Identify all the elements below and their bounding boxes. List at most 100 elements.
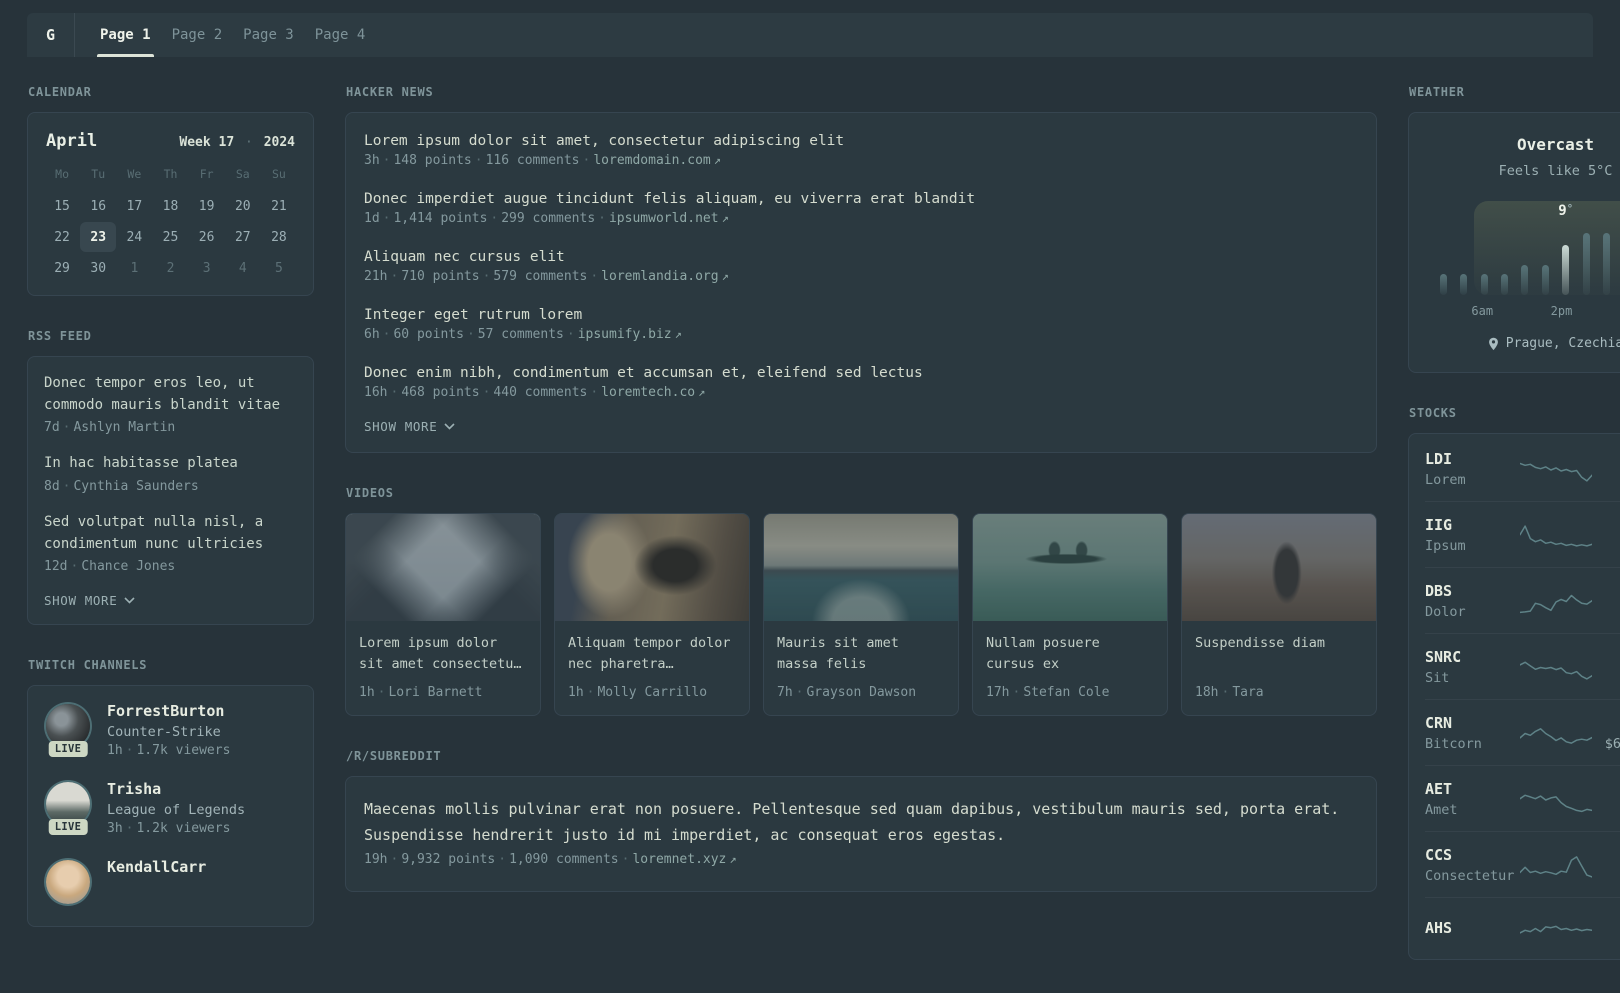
video-title[interactable]: Mauris sit amet massa felis	[764, 621, 958, 675]
separator-dot: ·	[387, 852, 401, 867]
calendar-section: CALENDAR April Week 17 · 2024 MoTuWeThFr…	[27, 85, 314, 296]
twitch-channel-row[interactable]: LIVE TrishaLeague of Legends3h·1.2k viewe…	[44, 780, 297, 836]
weather-hour-spacer	[1531, 304, 1550, 319]
rss-show-more-button[interactable]: SHOW MORE	[44, 593, 297, 608]
hackernews-item-title[interactable]: Donec enim nibh, condimentum et accumsan…	[364, 365, 1358, 381]
video-title[interactable]: Nullam posuere cursus ex	[973, 621, 1167, 675]
meta-part: 3h	[107, 821, 123, 836]
twitch-channel-row[interactable]: KendallCarr	[44, 858, 297, 906]
calendar-day: 16	[80, 191, 116, 221]
rss-item: In hac habitasse platea8d·Cynthia Saunde…	[44, 453, 297, 494]
video-card[interactable]: Lorem ipsum dolor sit amet consectetu…1h…	[345, 513, 541, 716]
video-card[interactable]: Suspendisse diam18h·Tara	[1181, 513, 1377, 716]
external-link-icon: ↗	[714, 153, 721, 167]
stock-row[interactable]: IIGIpsum+2.84%$42.04	[1425, 502, 1620, 568]
meta-part: Grayson Dawson	[806, 685, 916, 700]
stock-symbol: CRN	[1425, 714, 1516, 732]
twitch-channel-name[interactable]: ForrestBurton	[107, 702, 230, 720]
rss-item-title[interactable]: Donec tempor eros leo, ut commodo mauris…	[44, 373, 297, 416]
stock-values: +0.92%$499.72	[1596, 780, 1620, 818]
stock-row[interactable]: CCSConsectetur+0.51%$165.84	[1425, 832, 1620, 898]
hackernews-show-more-button[interactable]: SHOW MORE	[364, 419, 1358, 434]
weather-hour-spacer	[1433, 304, 1452, 319]
twitch-channel-name[interactable]: KendallCarr	[107, 858, 206, 876]
tab-page-3[interactable]: Page 3	[243, 13, 294, 57]
calendar-day: 17	[116, 191, 152, 221]
rss-item-title[interactable]: Sed volutpat nulla nisl, a condimentum n…	[44, 512, 297, 555]
calendar-weekday: Su	[261, 167, 297, 190]
separator-dot: ·	[380, 153, 394, 168]
source-link[interactable]: ipsumworld.net	[609, 211, 719, 226]
map-pin-icon	[1488, 337, 1499, 351]
weather-bar	[1501, 274, 1508, 295]
meta-part: 1.2k viewers	[136, 821, 230, 836]
stock-info: AHS	[1425, 919, 1516, 937]
item-meta: 21h·710 points·579 comments·loremlandia.…	[364, 269, 1358, 284]
separator-dot: ·	[793, 685, 807, 700]
calendar-week-number: 17	[219, 135, 235, 150]
app-logo[interactable]: G	[27, 13, 75, 57]
twitch-avatar-wrap: LIVE	[44, 702, 92, 750]
separator-dot: ·	[123, 821, 137, 836]
live-badge: LIVE	[49, 819, 88, 835]
stock-row[interactable]: AHS+0.46%	[1425, 898, 1620, 957]
tab-page-2[interactable]: Page 2	[172, 13, 223, 57]
stock-name: Consectetur	[1425, 868, 1516, 884]
weather-bar	[1481, 274, 1488, 295]
separator-dot: ·	[1218, 685, 1232, 700]
videos-label: VIDEOS	[346, 486, 1377, 500]
source-link[interactable]: ipsumify.biz	[578, 327, 672, 342]
rss-item-title[interactable]: In hac habitasse platea	[44, 453, 297, 475]
item-meta: 3h·148 points·116 comments·loremdomain.c…	[364, 153, 1358, 168]
hackernews-card: Lorem ipsum dolor sit amet, consectetur …	[345, 112, 1377, 453]
source-link[interactable]: loremlandia.org	[601, 269, 718, 284]
stock-values: +4.35%$795.18	[1596, 450, 1620, 488]
source-link[interactable]: loremtech.co	[601, 385, 695, 400]
meta-part: 6h	[364, 327, 380, 342]
stock-row[interactable]: CRNBitcorn-1.00%$66,171.48	[1425, 700, 1620, 766]
calendar-weekday: Th	[152, 167, 188, 190]
stock-symbol: AHS	[1425, 919, 1516, 937]
subreddit-card: Maecenas mollis pulvinar erat non posuer…	[345, 776, 1377, 892]
calendar-label: CALENDAR	[28, 85, 314, 99]
twitch-channel-info: TrishaLeague of Legends3h·1.2k viewers	[107, 780, 245, 836]
video-card[interactable]: Nullam posuere cursus ex17h·Stefan Cole	[972, 513, 1168, 716]
hackernews-item: Aliquam nec cursus elit 21h·710 points·57…	[364, 249, 1358, 284]
tab-page-4[interactable]: Page 4	[315, 13, 366, 57]
hackernews-label: HACKER NEWS	[346, 85, 1377, 99]
stock-row[interactable]: LDILorem+4.35%$795.18	[1425, 436, 1620, 502]
twitch-channel-row[interactable]: LIVEForrestBurtonCounter-Strike1h·1.7k v…	[44, 702, 297, 758]
video-card[interactable]: Aliquam tempor dolor nec pharetra…1h·Mol…	[554, 513, 750, 716]
calendar-grid: MoTuWeThFrSaSu15161718192021222324252627…	[44, 167, 297, 283]
subreddit-item-title[interactable]: Maecenas mollis pulvinar erat non posuer…	[364, 797, 1358, 848]
video-title[interactable]: Lorem ipsum dolor sit amet consectetu…	[346, 621, 540, 675]
source-link[interactable]: loremdomain.com	[593, 153, 710, 168]
hackernews-list: Lorem ipsum dolor sit amet, consectetur …	[364, 133, 1358, 400]
twitch-channel-name[interactable]: Trisha	[107, 780, 245, 798]
separator-dot: ·	[480, 385, 494, 400]
meta-part: 8d	[44, 479, 60, 494]
sparkline-chart	[1520, 912, 1592, 944]
weather-bar	[1521, 265, 1528, 295]
weather-bar	[1440, 274, 1447, 295]
video-title[interactable]: Aliquam tempor dolor nec pharetra…	[555, 621, 749, 675]
tab-page-1[interactable]: Page 1	[100, 13, 151, 57]
sparkline-chart	[1520, 519, 1592, 551]
hackernews-item-title[interactable]: Donec imperdiet augue tincidunt felis al…	[364, 191, 1358, 207]
video-card[interactable]: Mauris sit amet massa felis7h·Grayson Da…	[763, 513, 959, 716]
source-link[interactable]: loremnet.xyz	[632, 852, 726, 867]
video-title[interactable]: Suspendisse diam	[1182, 621, 1376, 675]
hackernews-item-title[interactable]: Integer eget rutrum lorem	[364, 307, 1358, 323]
hackernews-item-title[interactable]: Lorem ipsum dolor sit amet, consectetur …	[364, 133, 1358, 149]
stock-row[interactable]: SNRCSit+1.36%$148.64	[1425, 634, 1620, 700]
stock-row[interactable]: DBSDolor+1.42%$156.28	[1425, 568, 1620, 634]
separator-dot: ·	[67, 559, 81, 574]
separator-dot: ·	[587, 385, 601, 400]
hackernews-item-title[interactable]: Aliquam nec cursus elit	[364, 249, 1358, 265]
rss-card: Donec tempor eros leo, ut commodo mauris…	[27, 356, 314, 625]
meta-part: 7d	[44, 420, 60, 435]
weather-hour-label: 2pm	[1551, 304, 1573, 319]
sparkline-chart	[1520, 651, 1592, 683]
stock-row[interactable]: AETAmet+0.92%$499.72	[1425, 766, 1620, 832]
twitch-label: TWITCH CHANNELS	[28, 658, 314, 672]
